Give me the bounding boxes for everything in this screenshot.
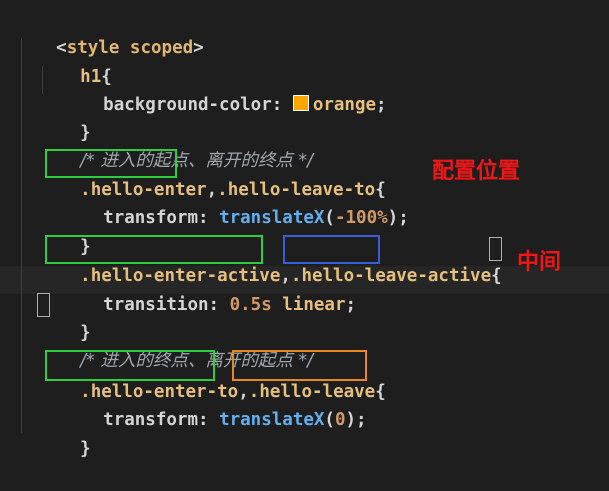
paren-semicolon: );	[345, 410, 367, 430]
semicolon: ;	[376, 95, 387, 115]
numeric-value: 0.5s	[229, 295, 272, 315]
annotation-config-position: 配置位置	[432, 159, 521, 184]
paren: (	[324, 208, 335, 228]
code-line-12: /* 进入的终点、离开的起点 */	[38, 319, 313, 371]
property-name: transform:	[103, 410, 220, 430]
property-name: transition:	[103, 295, 230, 315]
highlight-hello-enter-active	[45, 235, 263, 264]
color-swatch-icon[interactable]	[292, 95, 309, 111]
code-line-7: transform: translateX(-100%);	[61, 176, 409, 228]
numeric-value: -100%	[334, 208, 388, 228]
code-line-8: }	[38, 205, 91, 257]
code-line-3: background-color: orange;	[61, 63, 387, 115]
highlight-hello-leave-active	[283, 235, 380, 264]
bracket-match-indicator	[37, 293, 50, 317]
highlight-hello-enter-to	[45, 350, 215, 381]
highlight-hello-enter	[45, 149, 177, 178]
property-value: orange	[312, 95, 377, 115]
paren: (	[324, 410, 335, 430]
close-brace: }	[80, 439, 91, 459]
code-line-2: h1{	[38, 35, 112, 87]
tag-attribute: scoped	[119, 38, 194, 58]
indent-guide	[21, 38, 22, 433]
property-name: background-color:	[103, 95, 293, 115]
open-brace: {	[491, 266, 502, 286]
semicolon: ;	[345, 295, 357, 315]
bracket-match-indicator	[489, 237, 502, 261]
property-value: linear	[271, 295, 346, 315]
code-line-4: }	[38, 91, 91, 143]
code-line-10: transition: 0.5s linear;	[61, 263, 356, 315]
code-line-15: }	[38, 407, 91, 459]
numeric-value: 0	[334, 410, 346, 430]
function-name: translateX	[219, 410, 325, 430]
open-brace: {	[375, 382, 386, 402]
tag-close-bracket: >	[193, 38, 204, 58]
paren-semicolon: );	[387, 208, 409, 228]
highlight-hello-leave	[232, 350, 367, 381]
property-name: transform:	[103, 208, 220, 228]
code-line-14: transform: translateX(0);	[61, 378, 366, 430]
code-line-1: <style scoped>	[14, 6, 204, 58]
function-name: translateX	[219, 208, 325, 228]
code-line-5: /* 进入的起点、离开的终点 */	[38, 119, 313, 171]
code-editor[interactable]: <style scoped> h1{ background-color: ora…	[0, 0, 609, 463]
annotation-middle: 中间	[517, 250, 562, 275]
